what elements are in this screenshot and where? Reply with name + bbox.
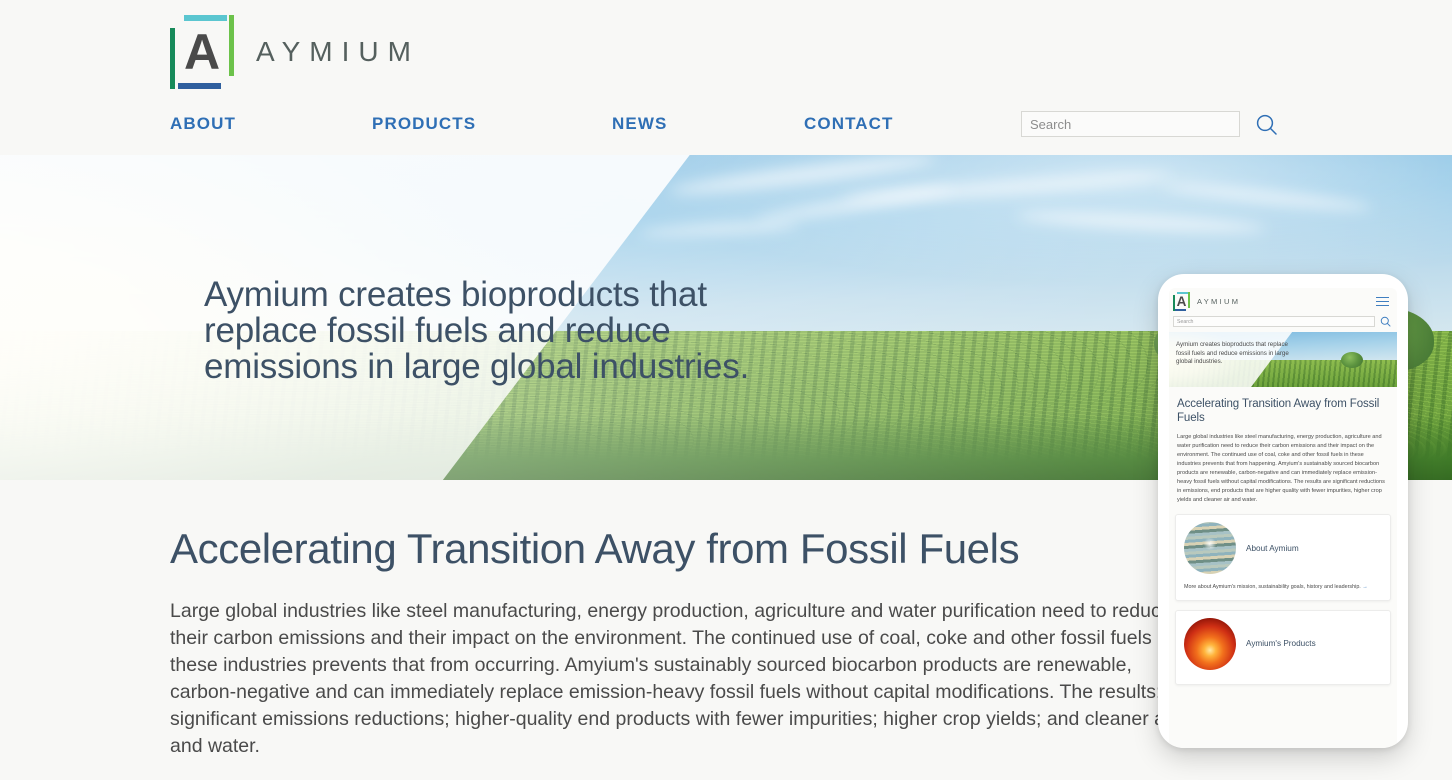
mobile-logo-letter: A [1176, 293, 1187, 309]
mobile-screen: A AYMIUM Search Aymium creates bioproduc… [1169, 288, 1397, 748]
nav-item-contact[interactable]: CONTACT [804, 114, 994, 134]
hamburger-bar [1376, 304, 1389, 307]
logo-bar-bottom-icon [178, 83, 221, 89]
logo-bar-right-icon [229, 15, 234, 76]
brand-wordmark: AYMIUM [256, 36, 420, 67]
mobile-logo-bar-right-icon [1188, 292, 1190, 308]
aymium-logo-icon: A [170, 15, 234, 89]
nav-item-products[interactable]: PRODUCTS [372, 114, 612, 134]
hamburger-menu-icon[interactable] [1374, 295, 1391, 309]
hero-headline: Aymium creates bioproducts that replace … [204, 275, 750, 387]
mobile-search-icon[interactable] [1380, 316, 1391, 327]
logo-bar-top-icon [184, 15, 227, 21]
mobile-card-about[interactable]: About Aymium More about Aymium's mission… [1175, 514, 1391, 601]
mobile-page-body-text: Large global industries like steel manuf… [1177, 434, 1385, 504]
hamburger-bar [1376, 296, 1389, 299]
logo-letter: A [183, 24, 221, 80]
page-body-text: Large global industries like steel manuf… [170, 600, 1176, 757]
mobile-page-title: Accelerating Transition Away from Fossil… [1177, 398, 1380, 425]
nav-item-about[interactable]: ABOUT [170, 114, 372, 134]
mobile-logo-bar-bottom-icon [1175, 309, 1186, 311]
biocarbon-fire-image [1184, 617, 1236, 670]
hamburger-bar [1376, 300, 1389, 303]
nav-item-news[interactable]: NEWS [612, 114, 804, 134]
brand-logo[interactable]: A AYMIUM [170, 0, 1452, 89]
main-navigation: ABOUT PRODUCTS NEWS CONTACT [170, 114, 994, 134]
page-title: Accelerating Transition Away from Fossil… [170, 525, 1020, 572]
mobile-card-title: About Aymium [1246, 543, 1299, 553]
mobile-card-header: Aymium's Products [1184, 617, 1382, 670]
mobile-card-description: More about Aymium's mission, sustainabil… [1184, 583, 1382, 591]
search-submit-button[interactable] [1255, 113, 1278, 136]
mobile-card-title: Aymium's Products [1246, 639, 1316, 649]
mobile-card-products[interactable]: Aymium's Products [1175, 609, 1391, 685]
mobile-logo-bar-left-icon [1173, 295, 1175, 311]
mobile-aymium-logo-icon: A [1173, 292, 1190, 311]
water-droplet-ripple-image [1184, 522, 1236, 575]
mobile-brand-wordmark: AYMIUM [1197, 297, 1241, 306]
mobile-search-area [1169, 316, 1397, 332]
search-input[interactable] [1021, 111, 1240, 137]
arrow-right-icon[interactable]: → [1362, 584, 1367, 590]
mobile-content: Accelerating Transition Away from Fossil… [1169, 387, 1397, 505]
search-icon [1256, 114, 1277, 135]
mobile-card-header: About Aymium [1184, 522, 1382, 575]
mobile-preview-mockup: A AYMIUM Search Aymium creates bioproduc… [1158, 274, 1408, 748]
mobile-brand-logo[interactable]: A AYMIUM [1173, 292, 1240, 311]
mobile-header: A AYMIUM [1169, 288, 1397, 316]
mobile-hero-section: Aymium creates bioproducts that replace … [1169, 332, 1397, 387]
site-header: A AYMIUM ABOUT PRODUCTS NEWS CONTACT [0, 0, 1452, 155]
mobile-search-input[interactable] [1173, 316, 1375, 327]
search-area [1021, 111, 1278, 137]
logo-bar-left-icon [170, 28, 175, 89]
mobile-hero-headline: Aymium creates bioproducts that replace … [1176, 341, 1289, 366]
mobile-card-description-text: More about Aymium's mission, sustainabil… [1184, 584, 1361, 591]
page-root: A AYMIUM ABOUT PRODUCTS NEWS CONTACT Sea… [0, 0, 1452, 780]
